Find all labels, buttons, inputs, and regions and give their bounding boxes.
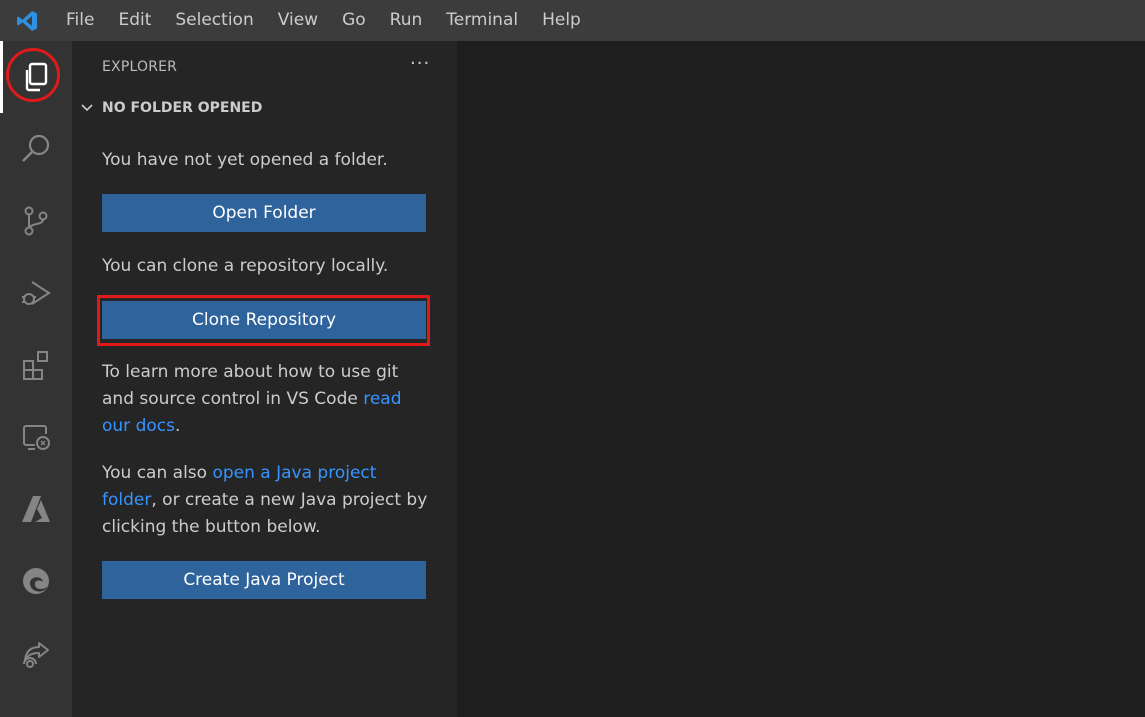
menu-run[interactable]: Run bbox=[378, 0, 435, 41]
activity-live-share[interactable] bbox=[0, 617, 72, 689]
menu-go[interactable]: Go bbox=[330, 0, 378, 41]
menu-view[interactable]: View bbox=[266, 0, 330, 41]
menu-bar: File Edit Selection View Go Run Terminal… bbox=[54, 0, 593, 41]
java-text-start: You can also bbox=[102, 463, 213, 483]
remote-explorer-icon bbox=[23, 425, 50, 450]
extensions-icon bbox=[23, 351, 48, 380]
menu-terminal[interactable]: Terminal bbox=[434, 0, 530, 41]
menu-selection[interactable]: Selection bbox=[163, 0, 265, 41]
activity-source-control[interactable] bbox=[0, 185, 72, 257]
sidebar-title: EXPLORER bbox=[102, 59, 178, 75]
activity-remote-explorer[interactable] bbox=[0, 401, 72, 473]
menu-edit[interactable]: Edit bbox=[106, 0, 163, 41]
search-icon bbox=[22, 134, 50, 162]
run-debug-icon bbox=[22, 281, 51, 305]
azure-icon bbox=[22, 496, 50, 522]
activity-explorer[interactable] bbox=[0, 41, 72, 113]
title-bar: File Edit Selection View Go Run Terminal… bbox=[0, 0, 1145, 41]
source-control-icon bbox=[24, 206, 48, 236]
java-message: You can also open a Java project folder,… bbox=[102, 460, 432, 541]
more-actions-icon[interactable]: ··· bbox=[410, 53, 430, 74]
activity-bar bbox=[0, 41, 72, 717]
edge-icon bbox=[23, 568, 49, 594]
editor-area[interactable] bbox=[457, 41, 1145, 717]
java-text-end: , or create a new Java project by clicki… bbox=[102, 490, 428, 537]
activity-extensions[interactable] bbox=[0, 329, 72, 401]
git-docs-message: To learn more about how to use git and s… bbox=[102, 359, 432, 440]
git-docs-text: To learn more about how to use git and s… bbox=[102, 362, 399, 409]
explorer-sidebar: EXPLORER ··· NO FOLDER OPENED You have n… bbox=[72, 41, 457, 717]
chevron-down-icon bbox=[81, 104, 93, 112]
activity-edge[interactable] bbox=[0, 545, 72, 617]
live-share-icon bbox=[23, 642, 49, 668]
menu-help[interactable]: Help bbox=[530, 0, 593, 41]
activity-search[interactable] bbox=[0, 113, 72, 185]
git-docs-period: . bbox=[174, 416, 181, 436]
clone-message: You can clone a repository locally. bbox=[102, 253, 432, 280]
clone-text: You can clone a repository locally. bbox=[102, 256, 389, 276]
create-java-project-button[interactable]: Create Java Project bbox=[102, 561, 426, 599]
clone-highlight-box bbox=[97, 295, 430, 346]
activity-run-debug[interactable] bbox=[0, 257, 72, 329]
explorer-highlight-circle bbox=[6, 48, 60, 102]
vscode-logo-icon bbox=[0, 0, 54, 41]
no-folder-text: You have not yet opened a folder. bbox=[102, 150, 388, 170]
open-folder-button[interactable]: Open Folder bbox=[102, 194, 426, 232]
activity-azure[interactable] bbox=[0, 473, 72, 545]
git-docs-paragraph: To learn more about how to use git and s… bbox=[102, 359, 432, 440]
section-title: NO FOLDER OPENED bbox=[102, 100, 263, 116]
active-indicator bbox=[0, 41, 3, 113]
no-folder-message: You have not yet opened a folder. bbox=[102, 147, 432, 174]
java-paragraph: You can also open a Java project folder,… bbox=[102, 460, 432, 541]
menu-file[interactable]: File bbox=[54, 0, 106, 41]
section-header-no-folder[interactable]: NO FOLDER OPENED bbox=[78, 99, 262, 117]
